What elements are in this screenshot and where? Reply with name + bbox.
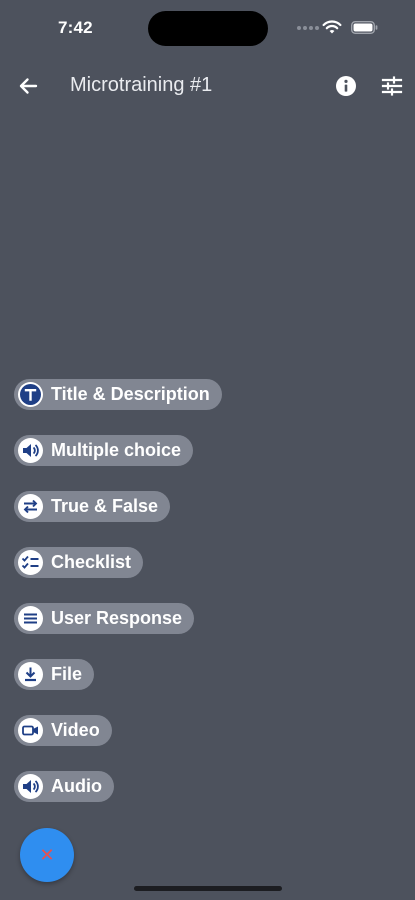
title-t-icon — [18, 382, 43, 407]
speaker-icon — [18, 774, 43, 799]
checklist-icon — [18, 550, 43, 575]
speaker-icon — [18, 438, 43, 463]
chip-label: File — [51, 664, 83, 684]
tune-sliders-icon — [381, 76, 403, 96]
download-icon — [18, 662, 43, 687]
info-button[interactable] — [333, 73, 359, 99]
chip-label: Video — [51, 720, 100, 740]
add-title-description-button[interactable]: Title & Description — [14, 379, 222, 410]
battery-icon — [351, 21, 378, 34]
add-audio-button[interactable]: Audio — [14, 771, 114, 802]
dynamic-island — [148, 11, 268, 46]
home-indicator — [134, 886, 282, 891]
chip-label: Audio — [51, 776, 102, 796]
add-file-button[interactable]: File — [14, 659, 95, 690]
close-menu-fab[interactable]: ✕ — [20, 828, 74, 882]
settings-button[interactable] — [379, 73, 405, 99]
chip-label: Title & Description — [51, 384, 210, 404]
status-bar: 7:42 — [0, 0, 415, 56]
add-multiple-choice-button[interactable]: Multiple choice — [14, 435, 194, 466]
add-video-button[interactable]: Video — [14, 715, 112, 746]
swap-icon — [18, 494, 43, 519]
chip-label: True & False — [51, 496, 159, 516]
video-camera-icon — [18, 718, 43, 743]
cellular-signal-icon — [297, 26, 319, 32]
wifi-icon — [322, 20, 342, 34]
add-checklist-button[interactable]: Checklist — [14, 547, 144, 578]
page-title: Microtraining #1 — [70, 74, 213, 96]
add-user-response-button[interactable]: User Response — [14, 603, 195, 634]
app-bar: Microtraining #1 — [0, 60, 415, 110]
add-true-false-button[interactable]: True & False — [14, 491, 171, 522]
chip-label: User Response — [51, 608, 183, 628]
lines-icon — [18, 606, 43, 631]
chip-label: Multiple choice — [51, 440, 182, 460]
chip-label: Checklist — [51, 552, 132, 572]
back-button[interactable] — [14, 72, 42, 100]
status-time: 7:42 — [58, 18, 93, 37]
close-icon: ✕ — [39, 845, 55, 865]
info-icon — [336, 76, 356, 96]
arrow-left-icon — [19, 78, 38, 94]
